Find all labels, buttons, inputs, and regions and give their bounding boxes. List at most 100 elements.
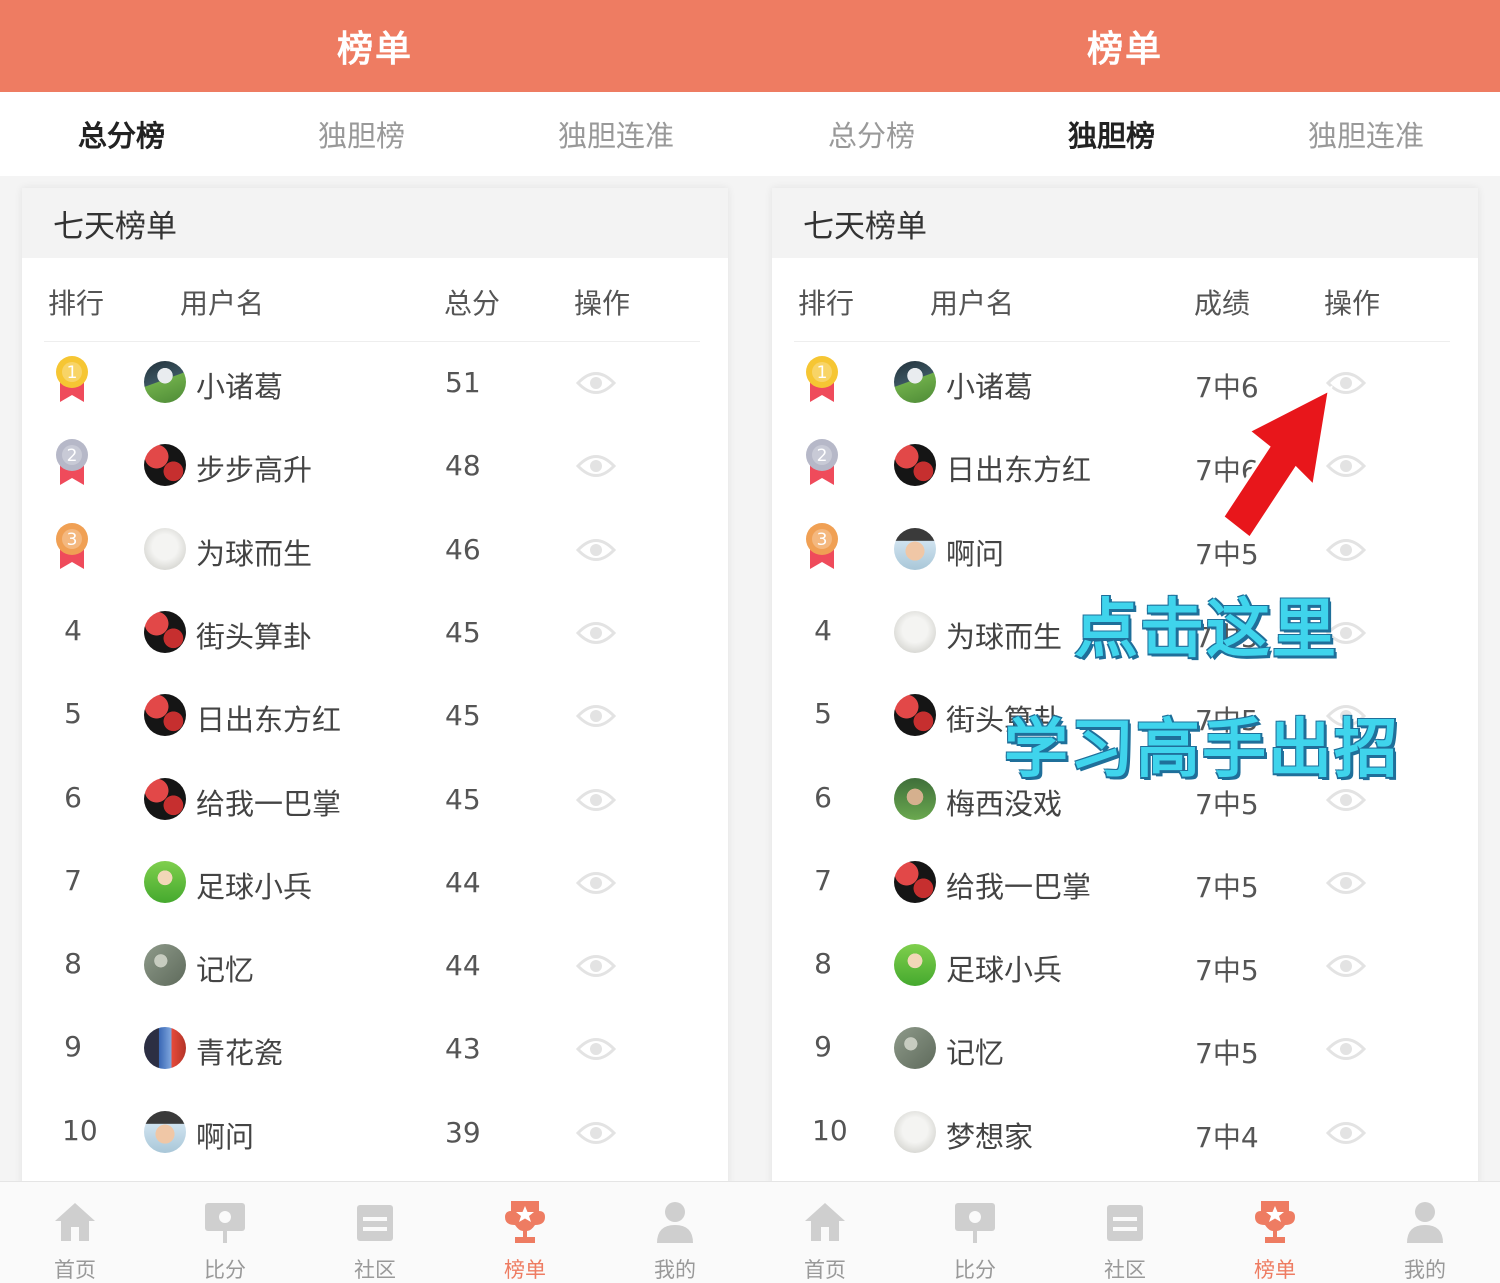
rank-number: 10 xyxy=(62,1113,98,1147)
nav-scores[interactable]: 比分 xyxy=(150,1182,300,1283)
table-row[interactable]: 2 日出东方红 7中6 xyxy=(772,425,1478,508)
tab-total-score[interactable]: 总分榜 xyxy=(78,113,165,155)
tab-single-pick[interactable]: 独胆榜 xyxy=(1068,113,1155,155)
avatar[interactable] xyxy=(894,777,936,820)
username[interactable]: 小诸葛 xyxy=(196,364,283,406)
nav-mine[interactable]: 我的 xyxy=(1350,1182,1500,1283)
table-row[interactable]: 1 小诸葛 51 xyxy=(22,342,728,425)
medal-rank: 1 xyxy=(67,363,78,383)
eye-icon[interactable] xyxy=(576,953,616,979)
eye-icon[interactable] xyxy=(1326,1036,1366,1062)
eye-icon[interactable] xyxy=(1326,1120,1366,1146)
avatar[interactable] xyxy=(144,1110,186,1153)
username[interactable]: 为球而生 xyxy=(946,614,1062,656)
eye-icon[interactable] xyxy=(1326,870,1366,896)
username[interactable]: 步步高升 xyxy=(196,447,312,489)
avatar[interactable] xyxy=(144,444,186,487)
username[interactable]: 青花瓷 xyxy=(196,1030,283,1072)
eye-icon[interactable] xyxy=(576,787,616,813)
avatar[interactable] xyxy=(894,1027,936,1070)
avatar[interactable] xyxy=(894,1110,936,1153)
table-row[interactable]: 7 给我一巴掌 7中5 xyxy=(772,842,1478,925)
nav-home[interactable]: 首页 xyxy=(750,1182,900,1283)
avatar[interactable] xyxy=(894,527,936,570)
username[interactable]: 日出东方红 xyxy=(946,447,1091,489)
avatar[interactable] xyxy=(894,444,936,487)
medal-rank: 2 xyxy=(817,446,828,466)
username[interactable]: 街头算卦 xyxy=(196,614,312,656)
tab-single-pick[interactable]: 独胆榜 xyxy=(318,113,405,155)
username[interactable]: 日出东方红 xyxy=(196,697,341,739)
avatar[interactable] xyxy=(144,361,186,403)
table-row[interactable]: 7 足球小兵 44 xyxy=(22,842,728,925)
score: 46 xyxy=(445,532,481,566)
tab-total-score[interactable]: 总分榜 xyxy=(828,113,915,155)
nav-community[interactable]: 社区 xyxy=(300,1182,450,1283)
table-row[interactable]: 3 为球而生 46 xyxy=(22,509,728,592)
bronze-medal-icon: 3 xyxy=(56,522,88,569)
table-row[interactable]: 2 步步高升 48 xyxy=(22,425,728,508)
avatar[interactable] xyxy=(144,610,186,653)
table-row[interactable]: 8 足球小兵 7中5 xyxy=(772,925,1478,1008)
avatar[interactable] xyxy=(894,944,936,987)
username[interactable]: 给我一巴掌 xyxy=(946,864,1091,906)
eye-icon[interactable] xyxy=(576,1120,616,1146)
nav-community[interactable]: 社区 xyxy=(1050,1182,1200,1283)
avatar[interactable] xyxy=(894,860,936,903)
avatar[interactable] xyxy=(144,944,186,987)
eye-icon[interactable] xyxy=(576,453,616,479)
eye-icon[interactable] xyxy=(1326,787,1366,813)
username[interactable]: 足球小兵 xyxy=(946,947,1062,989)
username[interactable]: 为球而生 xyxy=(196,531,312,573)
avatar[interactable] xyxy=(144,777,186,820)
username[interactable]: 给我一巴掌 xyxy=(196,781,341,823)
table-row[interactable]: 1 小诸葛 7中6 xyxy=(772,342,1478,425)
user-body xyxy=(1407,1225,1443,1243)
username[interactable]: 啊问 xyxy=(946,531,1004,573)
table-row[interactable]: 10 啊问 39 xyxy=(22,1092,728,1175)
username[interactable]: 足球小兵 xyxy=(196,864,312,906)
username[interactable]: 啊问 xyxy=(196,1114,254,1156)
rank-number: 5 xyxy=(64,697,82,731)
avatar[interactable] xyxy=(894,361,936,403)
nav-leaderboard[interactable]: 榜单 xyxy=(1200,1182,1350,1283)
tab-single-pick-streak[interactable]: 独胆连准 xyxy=(1308,113,1424,155)
trophy-icon xyxy=(505,1201,545,1243)
avatar[interactable] xyxy=(144,694,186,737)
username[interactable]: 梦想家 xyxy=(946,1114,1033,1156)
nav-scores[interactable]: 比分 xyxy=(900,1182,1050,1283)
avatar[interactable] xyxy=(144,860,186,903)
eye-icon[interactable] xyxy=(576,620,616,646)
username[interactable]: 记忆 xyxy=(946,1030,1004,1072)
table-row[interactable]: 6 给我一巴掌 45 xyxy=(22,759,728,842)
username[interactable]: 记忆 xyxy=(196,947,254,989)
eye-icon[interactable] xyxy=(1326,953,1366,979)
avatar[interactable] xyxy=(894,610,936,653)
avatar[interactable] xyxy=(894,694,936,737)
eye-pupil xyxy=(1340,793,1352,806)
eye-icon[interactable] xyxy=(576,1036,616,1062)
table-row[interactable]: 5 日出东方红 45 xyxy=(22,675,728,758)
eye-icon[interactable] xyxy=(576,703,616,729)
avatar[interactable] xyxy=(144,527,186,570)
eye-icon[interactable] xyxy=(576,870,616,896)
table-row[interactable]: 8 记忆 44 xyxy=(22,925,728,1008)
username[interactable]: 小诸葛 xyxy=(946,364,1033,406)
home-icon xyxy=(55,1203,95,1241)
tab-bar-inner: 总分榜 独胆榜 独胆连准 xyxy=(0,92,750,176)
tab-single-pick-streak[interactable]: 独胆连准 xyxy=(558,113,674,155)
nav-label: 首页 xyxy=(54,1258,96,1282)
eye-icon[interactable] xyxy=(576,370,616,396)
nav-mine[interactable]: 我的 xyxy=(600,1182,750,1283)
table-row[interactable]: 4 街头算卦 45 xyxy=(22,592,728,675)
tab-bar-inner: 总分榜 独胆榜 独胆连准 xyxy=(750,92,1500,176)
board-leg xyxy=(973,1231,977,1243)
nav-leaderboard[interactable]: 榜单 xyxy=(450,1182,600,1283)
nav-home[interactable]: 首页 xyxy=(0,1182,150,1283)
eye-icon[interactable] xyxy=(576,537,616,563)
table-row[interactable]: 9 青花瓷 43 xyxy=(22,1008,728,1091)
table-row[interactable]: 9 记忆 7中5 xyxy=(772,1008,1478,1091)
avatar[interactable] xyxy=(144,1027,186,1070)
table-row[interactable]: 10 梦想家 7中4 xyxy=(772,1092,1478,1175)
eye-pupil xyxy=(1340,626,1352,639)
